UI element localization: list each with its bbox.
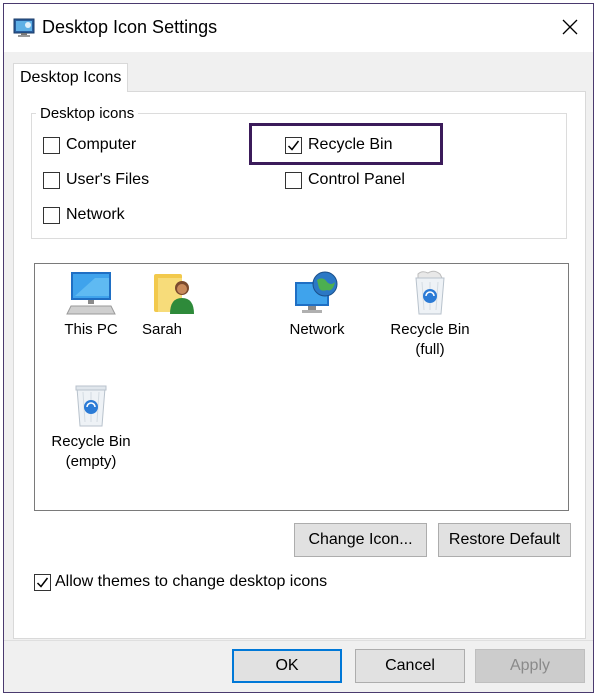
ok-button[interactable]: OK [232,649,342,683]
icon-label: This PC [64,321,118,338]
cancel-button[interactable]: Cancel [355,649,465,683]
icon-label: Network [289,321,345,338]
tab-panel: Desktop icons Computer Recycle Bin User'… [13,91,586,639]
checkbox-network[interactable]: Network [43,206,125,224]
checkbox-box[interactable] [34,573,51,591]
checkbox-label: Computer [66,136,137,153]
recycle-bin-highlight [249,123,443,165]
icon-label: Recycle Bin (full) [390,321,470,358]
group-label: Desktop icons [36,105,139,122]
window-title: Desktop Icon Settings [42,17,218,37]
checkbox-label: Allow themes to change desktop icons [55,573,328,590]
close-button[interactable] [547,4,593,50]
change-icon-button[interactable]: Change Icon... [294,523,427,557]
desktop-icons-group: Desktop icons Computer Recycle Bin User'… [31,105,567,239]
restore-default-button[interactable]: Restore Default [438,523,571,557]
icon-item-network[interactable]: Network [267,270,367,340]
computer-icon [66,272,116,315]
recycle-bin-full-icon [415,270,445,315]
dialog-button-bar: OK Cancel Apply [4,640,593,692]
user-folder-icon [154,274,194,314]
checkbox-label: Network [66,206,125,223]
checkbox-label: Control Panel [308,171,405,188]
network-globe-icon [295,271,338,313]
icon-item-recycle-bin-empty[interactable]: Recycle Bin (empty) [41,382,141,472]
checkbox-box[interactable] [43,136,60,154]
checkbox-computer[interactable]: Computer [43,136,136,154]
icon-list-view[interactable]: This PC Sarah Network Recycle Bin (full)… [34,263,569,511]
icon-label: Recycle Bin (empty) [51,433,131,470]
checkbox-allow-themes[interactable]: Allow themes to change desktop icons [34,573,327,591]
apply-button[interactable]: Apply [475,649,585,683]
close-icon [562,19,578,35]
checkbox-control-panel[interactable]: Control Panel [285,171,405,189]
dialog-window: Desktop Icon Settings Desktop Icons Desk… [3,3,594,693]
title-bar[interactable]: Desktop Icon Settings [4,4,593,52]
tab-desktop-icons[interactable]: Desktop Icons [13,63,129,92]
checkbox-label: User's Files [66,171,150,188]
icon-item-recycle-bin-full[interactable]: Recycle Bin (full) [380,270,480,360]
checkbox-users-files[interactable]: User's Files [43,171,149,189]
checkbox-box[interactable] [285,171,302,189]
icon-item-user-folder[interactable]: Sarah [124,270,224,340]
dialog-body: Desktop Icons Desktop icons Computer Rec… [4,52,593,642]
desktop-settings-icon [13,18,35,37]
checkmark-icon [36,577,49,588]
checkbox-box[interactable] [43,171,60,189]
checkbox-box[interactable] [43,206,60,224]
icon-label: Sarah [142,321,183,338]
recycle-bin-empty-icon [75,385,107,427]
